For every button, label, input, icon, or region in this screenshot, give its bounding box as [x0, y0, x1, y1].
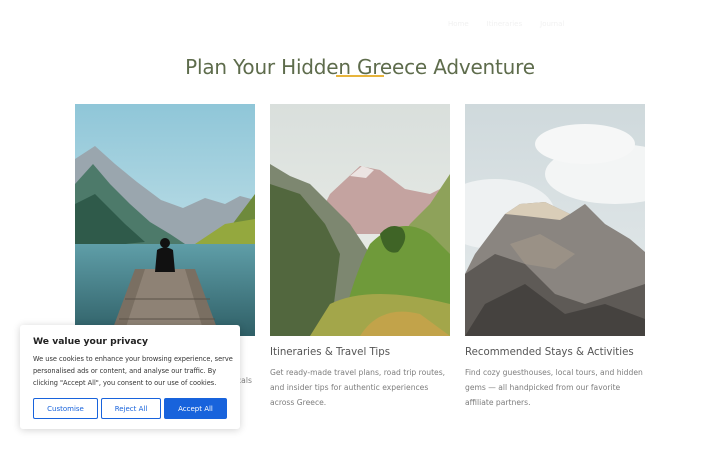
cookie-consent-banner: We value your privacy We use cookies to … — [20, 325, 240, 429]
cookie-title: We value your privacy — [33, 336, 148, 347]
accept-all-button[interactable]: Accept All — [164, 398, 227, 419]
top-navigation: Home Itineraries Journal — [448, 20, 564, 28]
card-2-title: Itineraries & Travel Tips — [270, 347, 391, 358]
fjord-dock-photo — [75, 104, 255, 336]
mountain-valley-photo — [270, 104, 450, 336]
card-3-text: Find cozy guesthouses, local tours, and … — [465, 368, 643, 407]
feature-card-2: Itineraries & Travel Tips Get ready-made… — [270, 104, 450, 407]
nav-link-itineraries[interactable]: Itineraries — [487, 20, 522, 28]
nav-link-home[interactable]: Home — [448, 20, 469, 28]
misty-peak-photo — [465, 104, 645, 336]
title-underline-accent — [336, 75, 384, 77]
reject-all-button[interactable]: Reject All — [101, 398, 161, 419]
card-2-text: Get ready-made travel plans, road trip r… — [270, 368, 446, 407]
cookie-text: We use cookies to enhance your browsing … — [33, 355, 233, 388]
nav-link-journal[interactable]: Journal — [540, 20, 564, 28]
feature-card-1: cals — [75, 104, 255, 385]
card-3-title: Recommended Stays & Activities — [465, 347, 634, 358]
feature-card-3: Recommended Stays & Activities Find cozy… — [465, 104, 645, 407]
customise-button[interactable]: Customise — [33, 398, 98, 419]
